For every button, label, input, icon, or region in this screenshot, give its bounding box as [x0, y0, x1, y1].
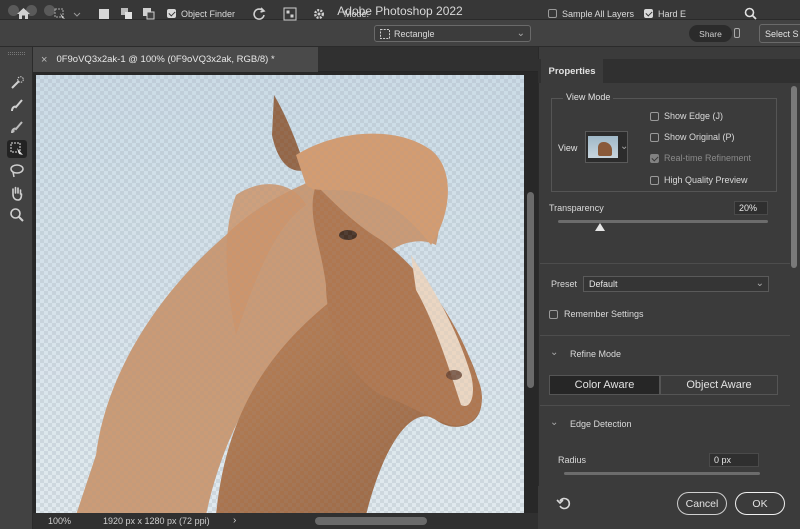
preset-label: Preset [551, 279, 578, 289]
chevron-down-icon[interactable]: ⌄ [550, 347, 558, 358]
gear-icon[interactable] [310, 4, 328, 23]
document-tab[interactable]: × 0F9oVQ3x2ak-1 @ 100% (0F9oVQ3x2ak, RGB… [33, 47, 318, 72]
radius-label: Radius [558, 455, 587, 465]
mode-label: Mode: [344, 8, 370, 19]
document-tab-title: 0F9oVQ3x2ak-1 @ 100% (0F9oVQ3x2ak, RGB/8… [56, 54, 275, 65]
view-thumbnail [588, 136, 618, 158]
subtract-from-selection-icon[interactable] [140, 4, 156, 23]
hand-icon[interactable] [7, 184, 27, 202]
high-quality-preview-checkbox[interactable] [650, 176, 659, 185]
horse-thumbnail-shape [598, 142, 612, 156]
share-button[interactable]: Share [689, 25, 732, 42]
refine-mode-label: Refine Mode [570, 349, 622, 359]
view-label: View [558, 143, 578, 153]
show-edge-label: Show Edge (J) [664, 111, 724, 121]
radius-input[interactable]: 0 px [709, 453, 759, 467]
refine-edge-brush-icon[interactable] [7, 96, 27, 114]
select-subject-button[interactable]: Select S [759, 24, 800, 43]
color-aware-button[interactable]: Color Aware [549, 375, 660, 395]
tool-preset-picker[interactable] [50, 4, 84, 23]
object-finder-label: Object Finder [181, 8, 236, 19]
hard-edge-checkbox[interactable] [642, 4, 654, 23]
canvas-horizontal-scrollbar[interactable] [315, 517, 427, 525]
show-original-label: Show Original (P) [664, 132, 735, 142]
mode-value: Rectangle [394, 29, 435, 39]
view-thumbnail-dropdown[interactable]: ⌄ [585, 131, 628, 163]
add-to-selection-icon[interactable] [118, 4, 134, 23]
status-bar: 100% 1920 px x 1280 px (72 ppi) › [33, 513, 538, 529]
high-quality-preview-label: High Quality Preview [664, 175, 748, 185]
search-icon[interactable] [742, 4, 758, 23]
status-menu-arrow[interactable]: › [233, 515, 236, 526]
horse-photo-canvas[interactable] [36, 75, 524, 515]
edge-detection-label: Edge Detection [570, 419, 632, 429]
remember-settings-checkbox[interactable] [549, 310, 558, 319]
ok-button[interactable]: OK [735, 492, 785, 515]
transparency-label: Transparency [549, 203, 604, 213]
preset-dropdown[interactable]: Default ⌄ [583, 276, 769, 292]
home-icon[interactable] [10, 4, 36, 23]
tab-properties[interactable]: Properties [541, 59, 603, 83]
document-dimensions: 1920 px x 1280 px (72 ppi) [103, 516, 210, 526]
mode-dropdown[interactable]: Rectangle ⌄ [374, 25, 531, 42]
object-overlay-icon[interactable] [281, 4, 299, 23]
divider [540, 335, 790, 336]
hard-edge-label: Hard E [658, 8, 687, 19]
cancel-button[interactable]: Cancel [677, 492, 727, 515]
view-mode-label: View Mode [563, 92, 614, 102]
transparency-slider-track[interactable] [558, 220, 768, 223]
divider [540, 405, 790, 406]
object-selection-icon[interactable] [7, 140, 27, 158]
new-selection-icon[interactable] [96, 4, 112, 23]
zoom-level[interactable]: 100% [48, 516, 71, 526]
brush-icon [734, 28, 740, 38]
object-aware-button[interactable]: Object Aware [660, 375, 778, 395]
quick-selection-icon[interactable] [7, 74, 27, 92]
lasso-icon[interactable] [7, 162, 27, 180]
transparency-slider-handle[interactable] [595, 223, 605, 231]
realtime-refinement-label: Real-time Refinement [664, 153, 752, 163]
transparency-input[interactable]: 20% [734, 201, 768, 215]
chevron-down-icon: ⌄ [620, 141, 629, 152]
preset-value: Default [589, 279, 618, 289]
brush-tool-icon[interactable] [7, 118, 27, 136]
sample-all-layers-checkbox[interactable] [546, 4, 558, 23]
canvas-vertical-scrollbar[interactable] [527, 192, 534, 388]
reset-icon[interactable] [556, 495, 572, 511]
chevron-down-icon: ⌄ [516, 28, 525, 39]
horse-image [36, 75, 524, 515]
panel-scrollbar[interactable] [791, 86, 797, 268]
refresh-icon[interactable] [250, 4, 268, 23]
show-edge-checkbox[interactable] [650, 112, 659, 121]
zoom-icon[interactable] [7, 206, 27, 224]
divider [540, 263, 790, 264]
chevron-down-icon[interactable]: ⌄ [550, 417, 558, 428]
realtime-refinement-checkbox[interactable] [650, 154, 659, 163]
remember-settings-label: Remember Settings [564, 309, 644, 319]
panel-grip[interactable] [8, 52, 25, 55]
object-finder-checkbox[interactable] [164, 4, 178, 23]
chevron-down-icon: ⌄ [755, 278, 764, 289]
show-original-checkbox[interactable] [650, 133, 659, 142]
close-tab-icon[interactable]: × [41, 54, 47, 66]
radius-slider-track[interactable] [564, 472, 760, 475]
sample-all-layers-label: Sample All Layers [562, 8, 635, 19]
